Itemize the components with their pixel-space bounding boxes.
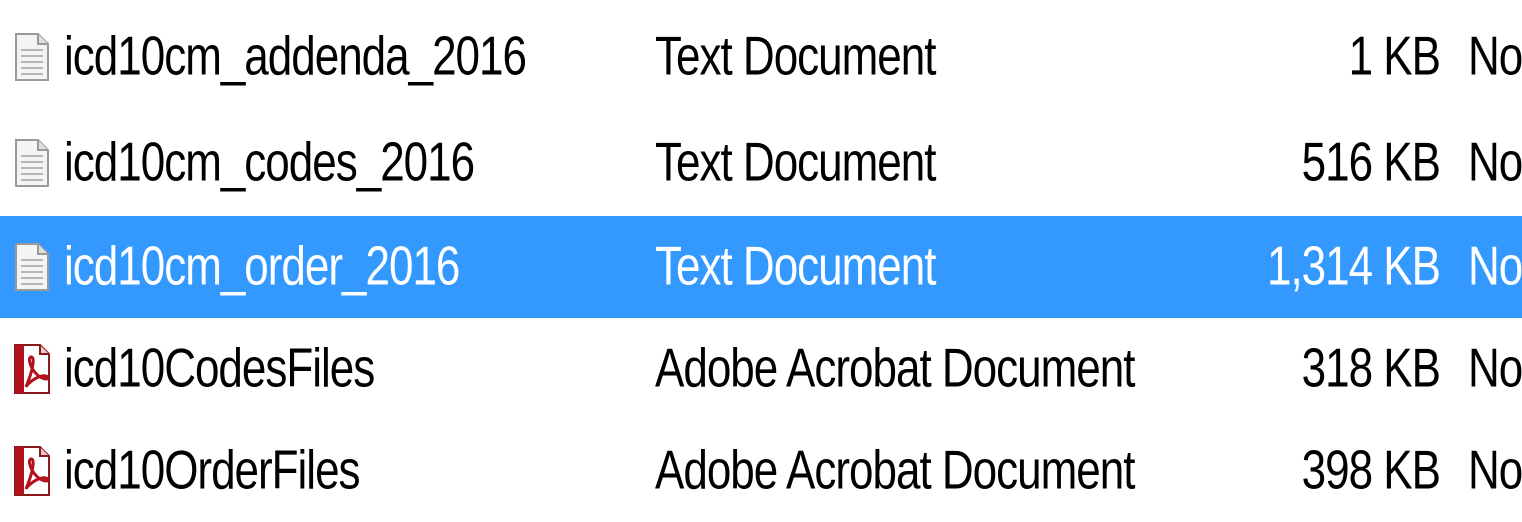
file-attribute: No [1468, 131, 1522, 193]
file-size: 1 KB [1348, 25, 1441, 87]
file-type: Adobe Acrobat Document [655, 337, 1135, 399]
file-row[interactable]: icd10cm_addenda_2016 Text Document 1 KB … [0, 6, 1522, 108]
pdf-document-icon [6, 318, 58, 420]
text-document-icon [6, 112, 58, 214]
file-size: 318 KB [1301, 337, 1441, 399]
file-name: icd10cm_addenda_2016 [64, 25, 527, 87]
file-attribute: No [1468, 25, 1522, 87]
pdf-document-icon [6, 420, 58, 522]
file-list: icd10cm_addenda_2016 Text Document 1 KB … [0, 0, 1522, 510]
file-row[interactable]: icd10OrderFiles Adobe Acrobat Document 3… [0, 420, 1522, 522]
file-name: icd10cm_codes_2016 [64, 131, 475, 193]
file-name: icd10OrderFiles [64, 439, 361, 501]
file-name: icd10cm_order_2016 [64, 235, 460, 297]
file-type: Adobe Acrobat Document [655, 439, 1135, 501]
file-type: Text Document [655, 131, 936, 193]
file-attribute: No [1468, 235, 1522, 297]
file-attribute: No [1468, 337, 1522, 399]
file-size: 1,314 KB [1266, 235, 1441, 297]
text-document-icon [6, 6, 58, 108]
file-type: Text Document [655, 235, 936, 297]
file-size: 516 KB [1301, 131, 1441, 193]
file-attribute: No [1468, 439, 1522, 501]
file-name: icd10CodesFiles [64, 337, 375, 399]
file-row[interactable]: icd10CodesFiles Adobe Acrobat Document 3… [0, 318, 1522, 420]
text-document-icon [6, 216, 58, 318]
file-type: Text Document [655, 25, 936, 87]
file-row-selected[interactable]: icd10cm_order_2016 Text Document 1,314 K… [0, 216, 1522, 318]
file-row[interactable]: icd10cm_codes_2016 Text Document 516 KB … [0, 112, 1522, 214]
file-size: 398 KB [1301, 439, 1441, 501]
